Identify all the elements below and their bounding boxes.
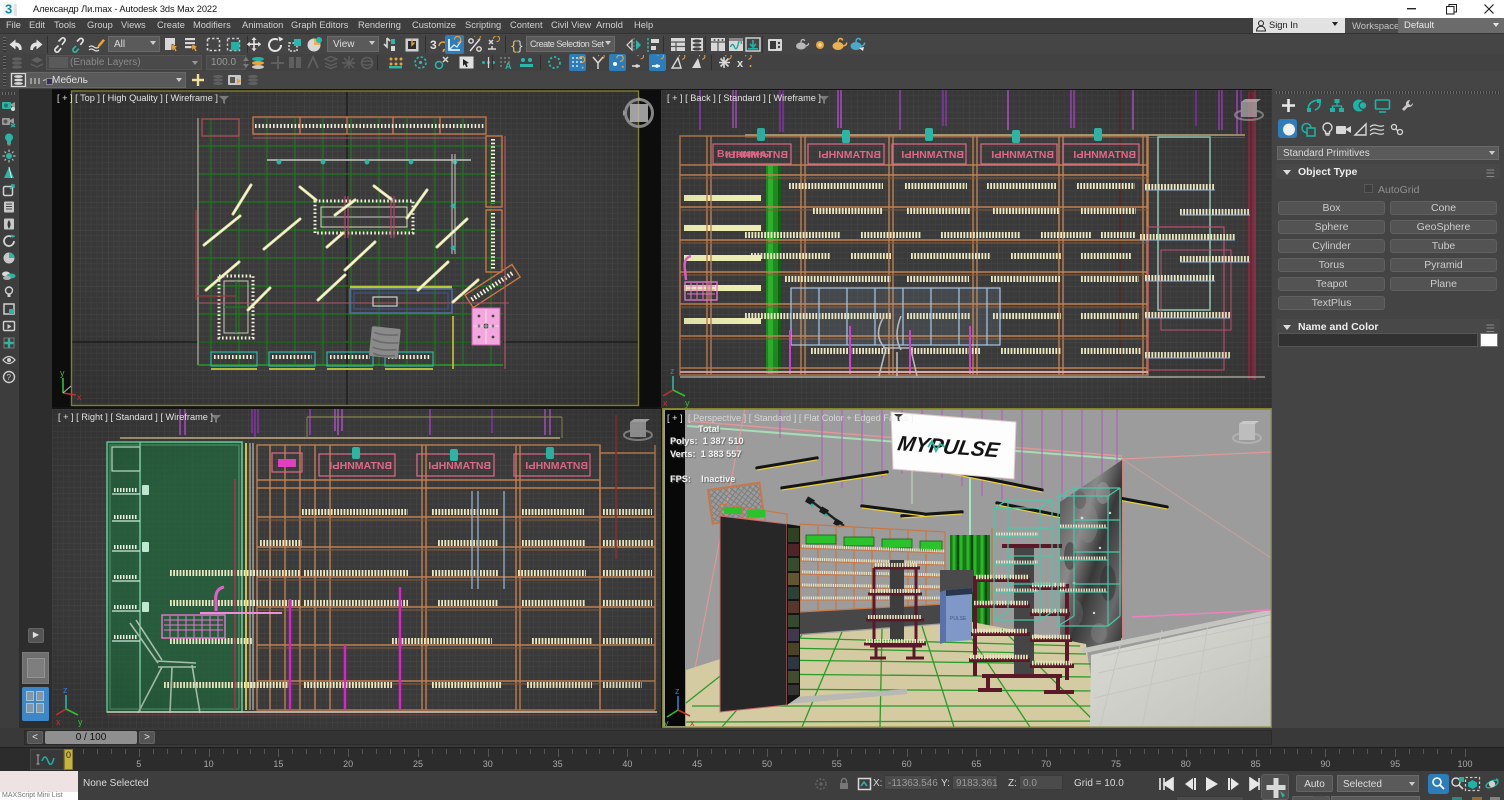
- svg-text:3: 3: [5, 2, 12, 17]
- svg-text:?: ?: [7, 373, 12, 382]
- svg-text:x: x: [77, 392, 82, 402]
- svg-text:z: z: [63, 685, 68, 695]
- svg-text:y: y: [685, 398, 690, 408]
- svg-text:x: x: [56, 717, 61, 727]
- svg-text:A: A: [505, 61, 512, 70]
- svg-text:z: z: [670, 366, 675, 376]
- svg-text:z: z: [675, 686, 680, 696]
- svg-text:y: y: [78, 717, 83, 727]
- svg-text:y: y: [60, 368, 65, 378]
- svg-text:PULSE: PULSE: [950, 616, 967, 622]
- svg-text:3: 3: [430, 38, 437, 52]
- svg-text:x: x: [737, 58, 744, 70]
- svg-text:x: x: [663, 398, 668, 408]
- svg-text:}: }: [516, 39, 523, 54]
